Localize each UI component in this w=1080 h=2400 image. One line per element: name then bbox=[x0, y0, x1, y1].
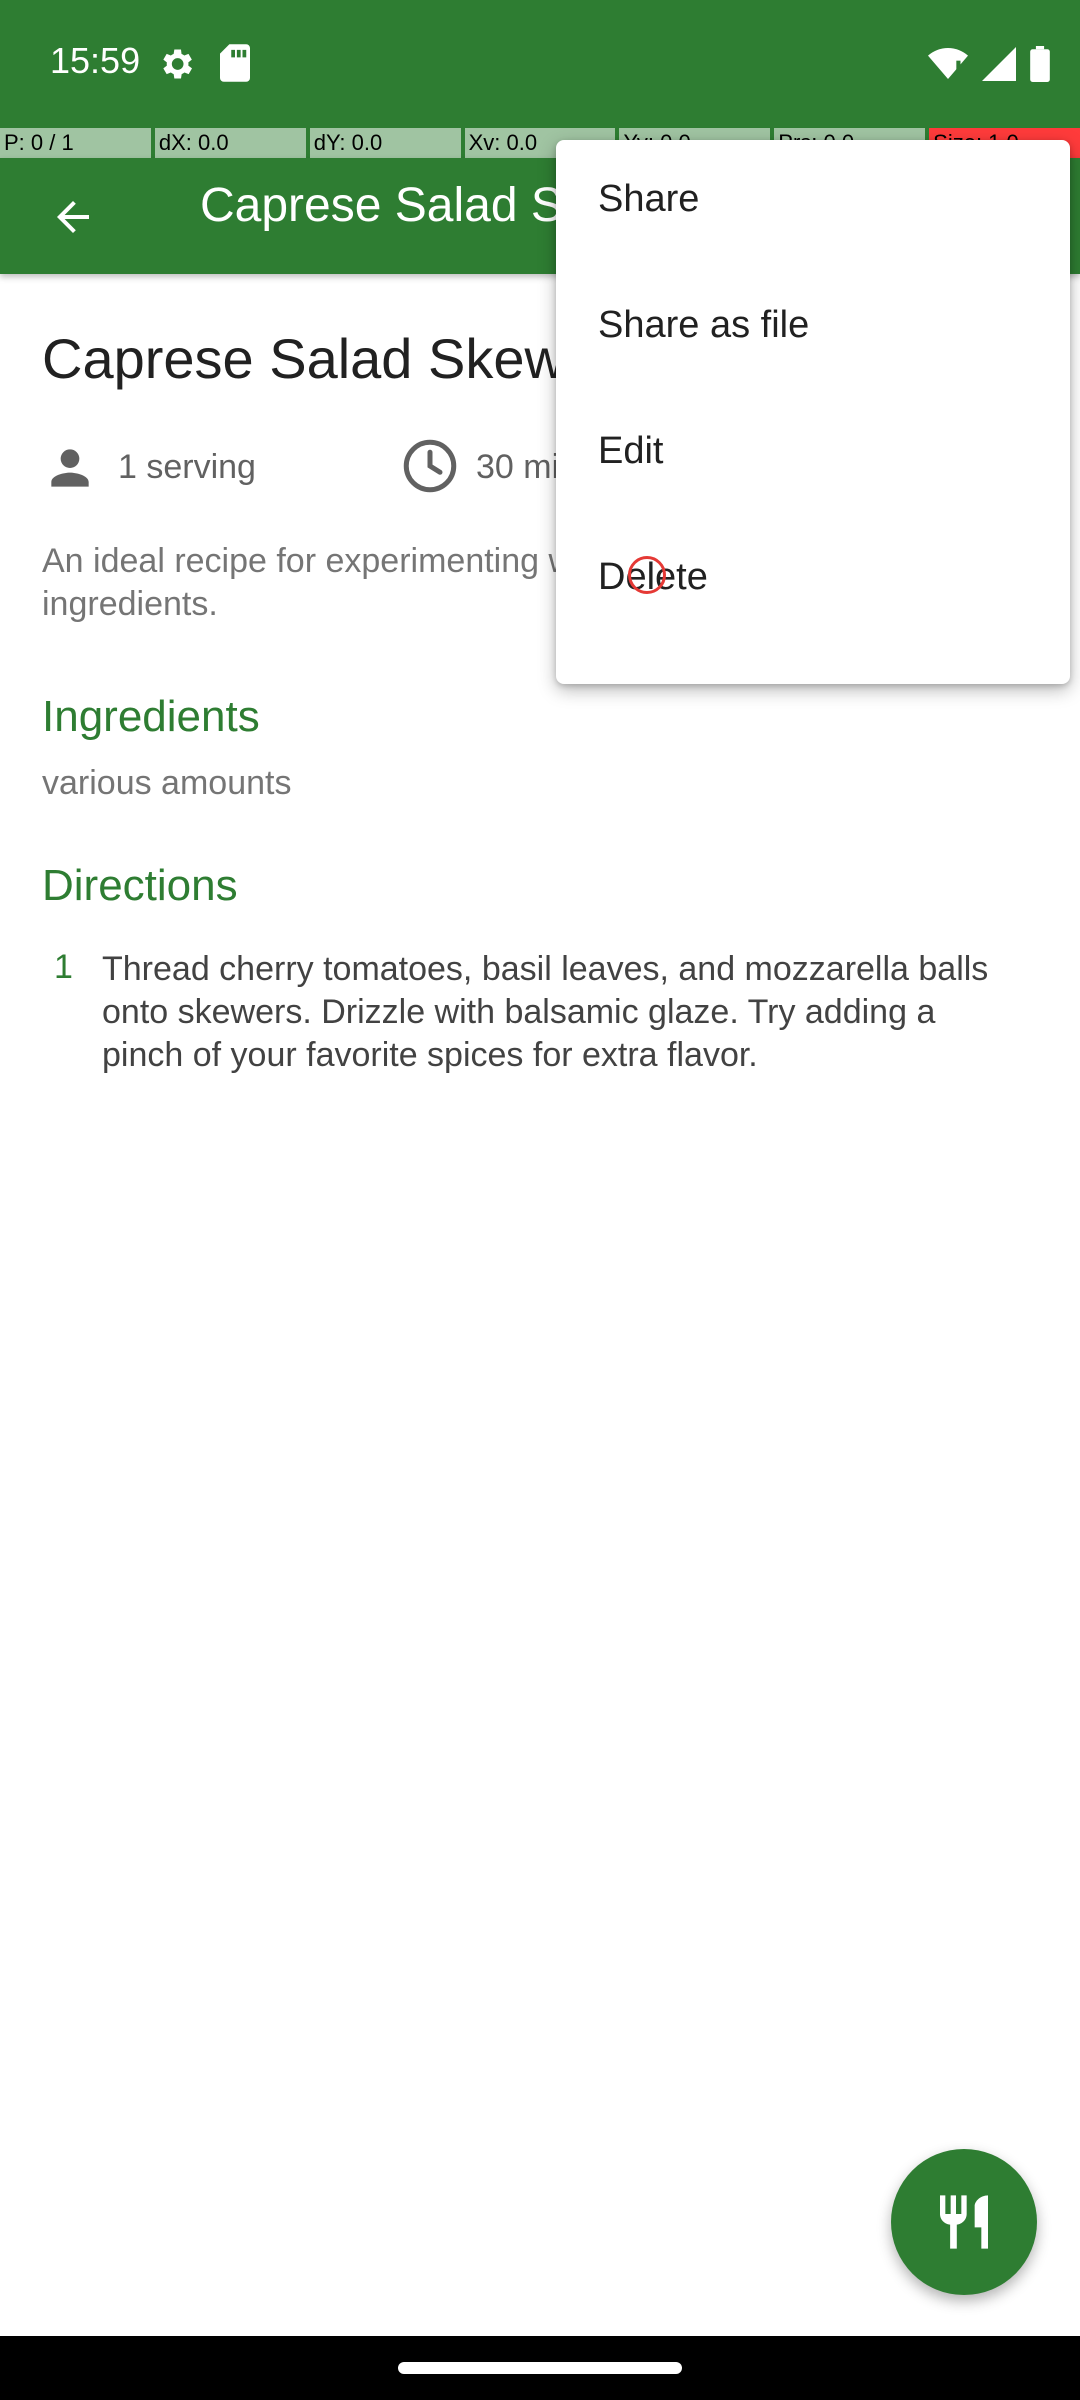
status-bar: 15:59 bbox=[0, 0, 1080, 128]
menu-item-share[interactable]: Share bbox=[556, 140, 1070, 266]
person-icon bbox=[51, 449, 89, 487]
menu-item-label: Share bbox=[598, 178, 700, 220]
menu-item-edit[interactable]: Edit bbox=[556, 392, 1070, 518]
arrow-back-icon bbox=[57, 201, 89, 233]
ingredients-text: various amounts bbox=[42, 764, 292, 802]
touch-indicator bbox=[628, 556, 666, 594]
navigation-bar bbox=[0, 2336, 1080, 2400]
settings-icon bbox=[163, 49, 192, 79]
signal-icon bbox=[982, 47, 1016, 81]
debug-dy: dY: 0.0 bbox=[309, 128, 461, 158]
recipe-title: Caprese Salad Skewers bbox=[42, 327, 643, 390]
wifi-icon bbox=[928, 48, 968, 79]
overflow-menu: Share Share as file Edit Delete bbox=[556, 140, 1070, 684]
status-time: 15:59 bbox=[50, 40, 141, 81]
clock-icon bbox=[403, 439, 457, 493]
menu-item-share-as-file[interactable]: Share as file bbox=[556, 266, 1070, 392]
battery-icon bbox=[1030, 46, 1050, 82]
menu-item-label: Edit bbox=[598, 430, 664, 472]
cook-mode-fab[interactable] bbox=[891, 2149, 1037, 2295]
status-icons bbox=[928, 44, 1050, 84]
directions-heading: Directions bbox=[42, 861, 238, 910]
ingredients-heading: Ingredients bbox=[42, 692, 260, 741]
debug-pointer-count: P: 0 / 1 bbox=[0, 128, 151, 158]
fork-knife-icon bbox=[940, 2195, 988, 2249]
debug-dx: dX: 0.0 bbox=[154, 128, 306, 158]
menu-item-label: Share as file bbox=[598, 304, 810, 346]
servings-label: 1 serving bbox=[118, 448, 256, 486]
back-button[interactable] bbox=[38, 182, 108, 252]
home-gesture-handle[interactable] bbox=[398, 2362, 682, 2374]
step-number: 1 bbox=[54, 948, 73, 986]
sd-card-icon bbox=[220, 44, 250, 82]
step-text: Thread cherry tomatoes, basil leaves, an… bbox=[102, 950, 989, 1074]
